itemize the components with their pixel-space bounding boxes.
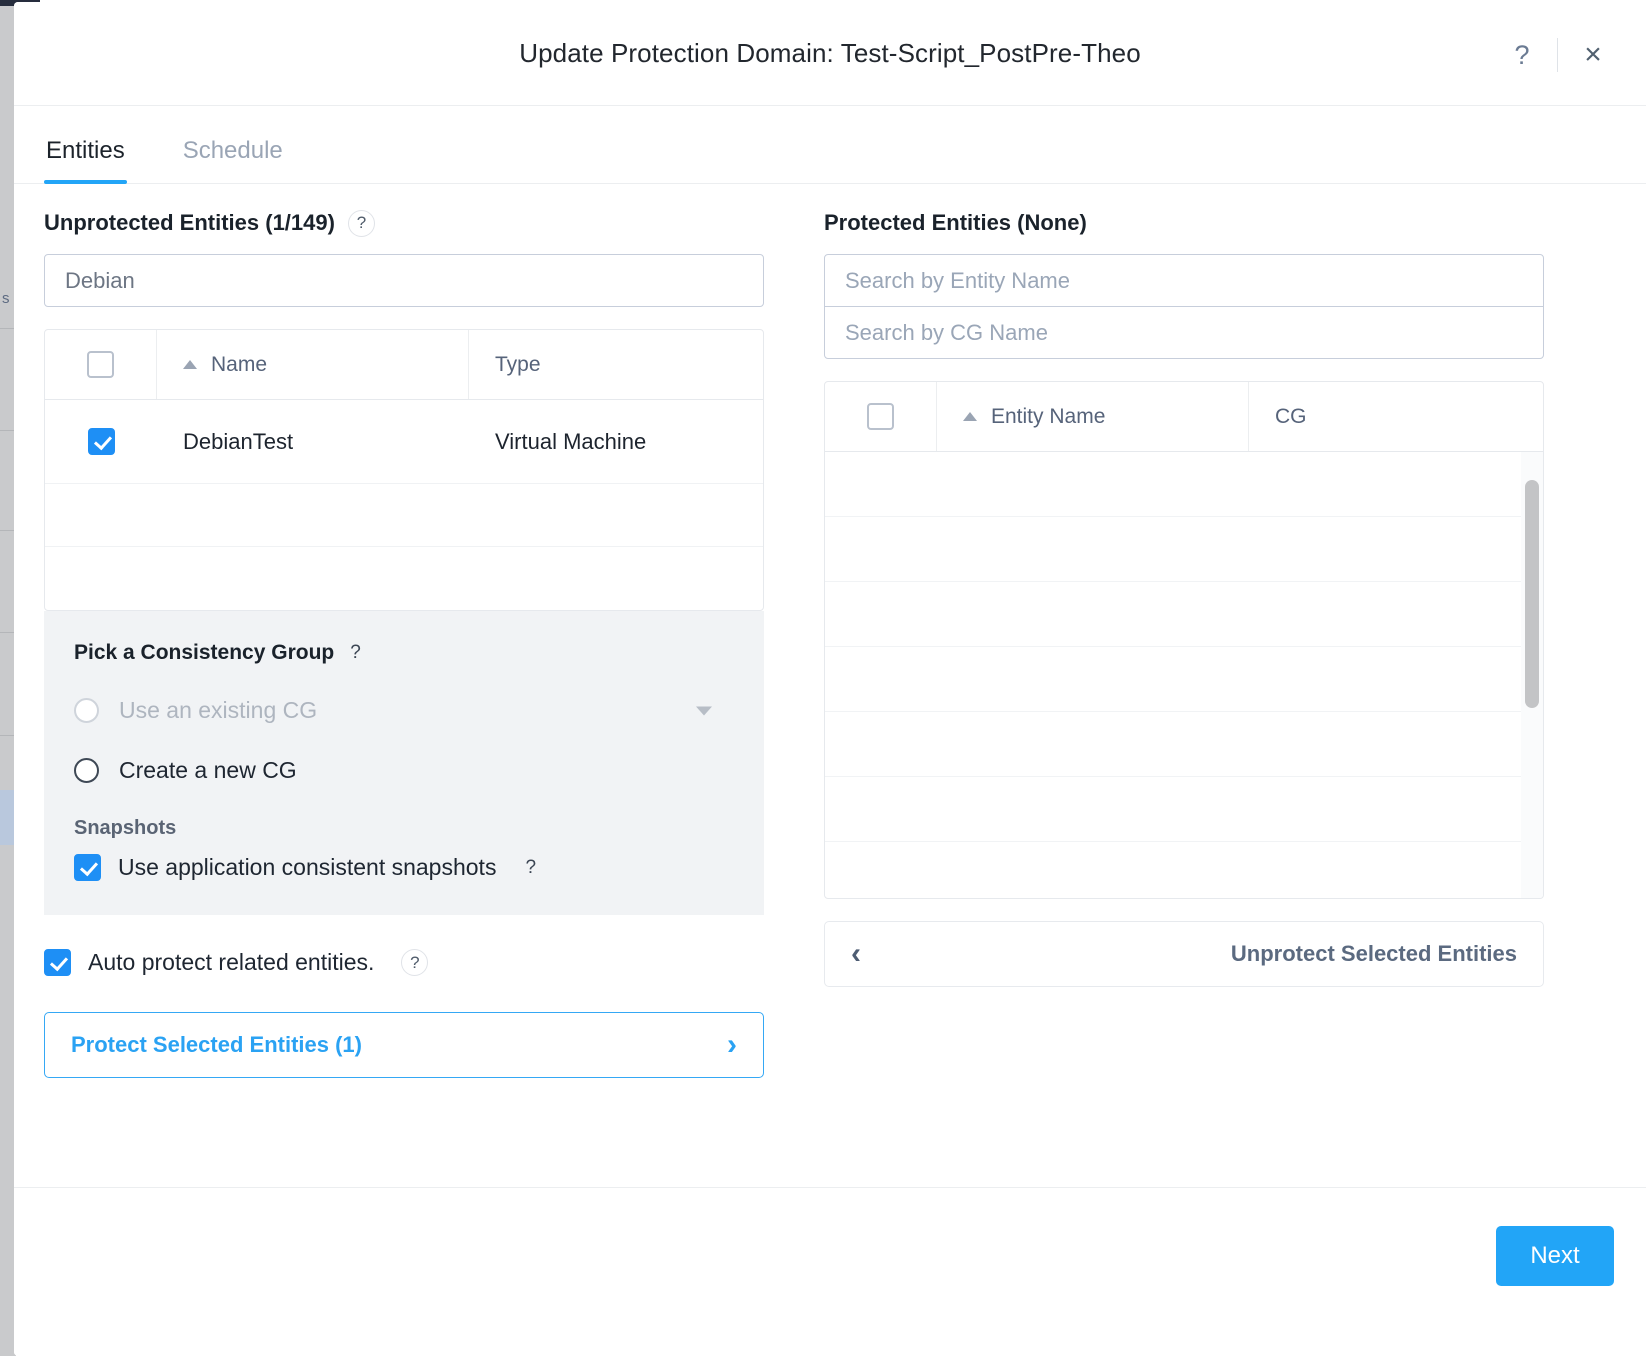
unprotected-entities-title: Unprotected Entities (1/149) (44, 210, 335, 235)
column-header-name[interactable]: Name (157, 330, 469, 399)
row-name-cell (157, 484, 469, 546)
chevron-down-icon[interactable] (696, 706, 712, 715)
snapshots-section-label: Snapshots (74, 817, 177, 839)
column-header-cg-label: CG (1275, 404, 1307, 428)
column-header-type-label: Type (495, 352, 541, 376)
auto-protect-label: Auto protect related entities. (88, 949, 375, 975)
table-row (825, 777, 1543, 842)
radio-create-new-cg[interactable]: Create a new CG (74, 757, 734, 784)
row-type-cell (469, 484, 763, 546)
row-type-cell (469, 547, 763, 610)
protected-entities-heading: Protected Entities (None) (824, 208, 1544, 238)
unprotected-entities-heading: Unprotected Entities (1/149) ? (44, 208, 764, 238)
tab-schedule[interactable]: Schedule (181, 137, 285, 183)
row-checkbox-cell (45, 484, 157, 546)
table-row (825, 517, 1543, 582)
unprotected-entities-table: Name Type DebianTest Virtual Machine (44, 329, 764, 611)
column-header-entity-name[interactable]: Entity Name (937, 382, 1249, 451)
auto-protect-checkbox[interactable] (44, 949, 71, 976)
protected-entities-table: Entity Name CG (824, 381, 1544, 899)
table-scrollbar-track[interactable] (1521, 452, 1543, 898)
dialog-title: Update Protection Domain: Test-Script_Po… (519, 38, 1141, 68)
row-checkbox-cell (45, 400, 157, 483)
row-name-cell (157, 547, 469, 610)
table-row (825, 582, 1543, 647)
radio-use-existing-cg-button[interactable] (74, 698, 99, 723)
background-text-fragment: s (2, 290, 10, 307)
help-icon[interactable]: ? (1499, 32, 1545, 78)
column-header-name-label: Name (211, 352, 268, 376)
auto-protect-related-entities-row[interactable]: Auto protect related entities. ? (44, 949, 764, 976)
dialog-body: Unprotected Entities (1/149) ? Name Type (14, 184, 1646, 1187)
unprotected-entities-search-input[interactable] (44, 254, 764, 307)
chevron-right-icon: › (727, 1028, 737, 1061)
protect-selected-entities-button[interactable]: Protect Selected Entities (1) › (44, 1012, 764, 1078)
row-name-cell: DebianTest (183, 428, 294, 454)
table-row (825, 842, 1543, 898)
next-button[interactable]: Next (1496, 1226, 1614, 1286)
consistency-group-help-icon[interactable]: ? (350, 642, 361, 664)
header-divider (1557, 38, 1558, 72)
column-header-type[interactable]: Type (469, 330, 763, 399)
dialog-header-actions: ? × (1499, 32, 1616, 78)
app-consistent-snapshots-row[interactable]: Use application consistent snapshots ? (74, 854, 734, 881)
sort-ascending-icon (183, 360, 197, 369)
app-consistent-snapshots-help-icon[interactable]: ? (525, 857, 536, 879)
close-icon[interactable]: × (1570, 32, 1616, 78)
table-row (825, 712, 1543, 777)
unprotected-entities-help-icon[interactable]: ? (347, 209, 375, 237)
sort-ascending-icon (963, 412, 977, 421)
row-select-checkbox[interactable] (87, 428, 115, 455)
chevron-left-icon: ‹ (851, 937, 861, 970)
dialog-footer: Next (14, 1187, 1646, 1354)
consistency-group-heading: Pick a Consistency Group ? (74, 641, 734, 665)
table-header-row: Name Type (45, 330, 763, 400)
table-header-row: Entity Name CG (825, 382, 1543, 452)
table-scrollbar-thumb[interactable] (1525, 480, 1539, 708)
search-by-entity-name-input[interactable] (824, 254, 1544, 307)
table-row[interactable] (45, 484, 763, 547)
auto-protect-help-icon[interactable]: ? (401, 949, 429, 976)
select-all-header-cell (45, 330, 157, 399)
consistency-group-title: Pick a Consistency Group (74, 641, 335, 664)
radio-create-new-cg-label: Create a new CG (119, 757, 297, 783)
dialog-tabs: Entities Schedule (14, 106, 1646, 184)
row-type-cell: Virtual Machine (495, 428, 647, 454)
protected-entities-panel: Protected Entities (None) Entity Name CG (824, 208, 1544, 987)
row-checkbox-cell (45, 547, 157, 610)
column-header-entity-name-label: Entity Name (991, 404, 1106, 428)
unprotected-entities-panel: Unprotected Entities (1/149) ? Name Type (44, 208, 764, 1078)
radio-create-new-cg-button[interactable] (74, 758, 99, 783)
select-all-checkbox[interactable] (87, 351, 114, 378)
consistency-group-panel: Pick a Consistency Group ? Use an existi… (44, 611, 764, 915)
table-row[interactable]: DebianTest Virtual Machine (45, 400, 763, 484)
tab-entities[interactable]: Entities (44, 137, 127, 184)
table-row[interactable] (45, 547, 763, 610)
search-by-cg-name-input[interactable] (824, 306, 1544, 359)
select-all-checkbox[interactable] (867, 403, 894, 430)
app-consistent-snapshots-checkbox[interactable] (74, 854, 101, 881)
radio-use-existing-cg[interactable]: Use an existing CG (74, 697, 734, 724)
update-protection-domain-dialog: Update Protection Domain: Test-Script_Po… (14, 2, 1646, 1356)
unprotect-selected-entities-button[interactable]: ‹ Unprotect Selected Entities (824, 921, 1544, 987)
select-all-header-cell (825, 382, 937, 451)
column-header-cg[interactable]: CG (1249, 382, 1543, 451)
table-row (825, 647, 1543, 712)
app-consistent-snapshots-label: Use application consistent snapshots (118, 854, 497, 880)
protected-entities-title: Protected Entities (None) (824, 210, 1087, 235)
dialog-header: Update Protection Domain: Test-Script_Po… (14, 2, 1646, 106)
protect-selected-entities-label: Protect Selected Entities (1) (71, 1032, 362, 1057)
radio-use-existing-cg-label: Use an existing CG (119, 697, 318, 723)
table-row (825, 452, 1543, 517)
unprotect-selected-entities-label: Unprotect Selected Entities (1230, 941, 1517, 966)
